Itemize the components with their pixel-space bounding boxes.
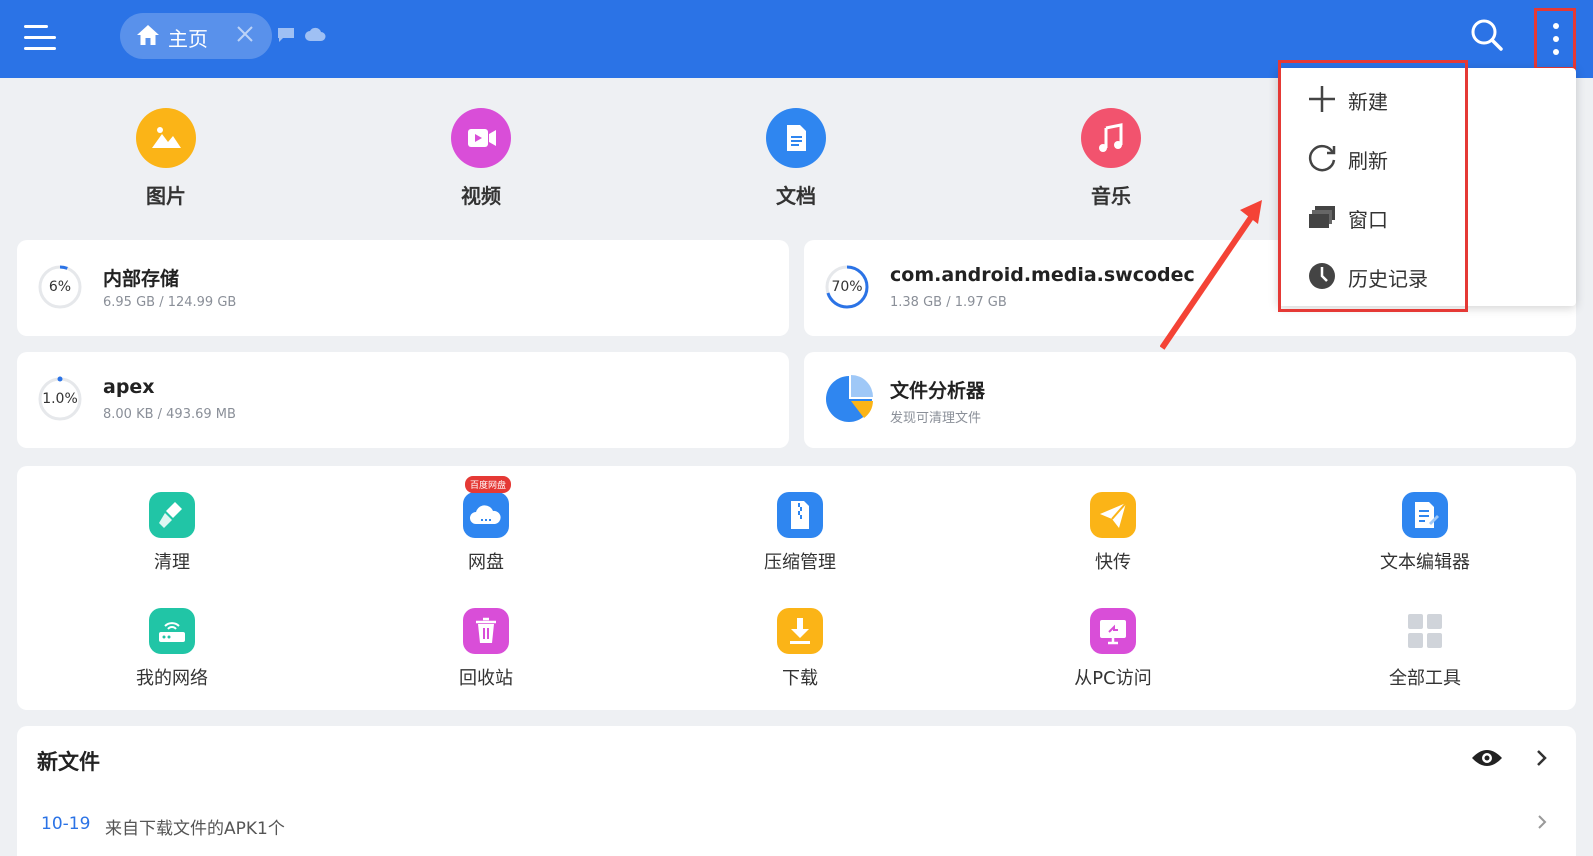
category-videos[interactable]: 视频 [421, 108, 541, 209]
tool-label: 我的网络 [136, 668, 208, 689]
tool-zip[interactable]: 压缩管理 [720, 492, 880, 574]
tool-label: 清理 [154, 552, 190, 573]
storage-card-apex[interactable]: 1.0% apex 8.00 KB / 493.69 MB [17, 352, 789, 448]
pc-access-icon [1090, 608, 1136, 654]
grid-icon [1402, 608, 1448, 654]
new-file-description[interactable]: 来自下载文件的APK1个 [105, 814, 285, 839]
category-images[interactable]: 图片 [106, 108, 226, 209]
tool-download[interactable]: 下载 [720, 608, 880, 690]
tool-cloud-drive[interactable]: 百度网盘 网盘 [406, 476, 566, 574]
new-files-card: 新文件 10-19 来自下载文件的APK1个 [17, 726, 1576, 856]
storage-size: 1.38 GB / 1.97 GB [890, 295, 1007, 310]
text-edit-icon [1402, 492, 1448, 538]
tool-recycle-bin[interactable]: 回收站 [406, 608, 566, 690]
eye-icon[interactable] [1471, 748, 1503, 768]
tool-quick-send[interactable]: 快传 [1033, 492, 1193, 574]
tool-all-tools[interactable]: 全部工具 [1345, 608, 1505, 690]
tool-clean[interactable]: 清理 [92, 492, 252, 574]
chevron-right-icon[interactable] [1535, 748, 1549, 768]
usage-percent: 6% [48, 279, 72, 295]
category-label: 视频 [461, 184, 501, 208]
tool-label: 全部工具 [1389, 668, 1461, 689]
category-label: 图片 [146, 184, 186, 208]
new-files-title: 新文件 [37, 750, 100, 774]
storage-title: apex [103, 376, 155, 398]
tab-label: 主页 [168, 27, 208, 51]
cloud-icon[interactable] [304, 26, 326, 44]
zip-icon [777, 492, 823, 538]
usage-percent: 1.0% [42, 391, 78, 407]
annotation-arrow [1160, 200, 1262, 350]
storage-card-internal[interactable]: 6% 内部存储 6.95 GB / 124.99 GB [17, 240, 789, 336]
home-icon [137, 25, 159, 45]
storage-title: com.android.media.swcodec [890, 264, 1195, 286]
pie-chart-icon [826, 375, 873, 422]
trash-icon [463, 608, 509, 654]
tool-label: 网盘 [468, 552, 504, 573]
annotation-box [1278, 60, 1468, 312]
more-vertical-icon[interactable] [1534, 8, 1576, 70]
usage-percent: 70% [831, 279, 863, 295]
new-file-date: 10-19 [41, 814, 91, 834]
tool-label: 文本编辑器 [1380, 552, 1470, 573]
tool-label: 压缩管理 [764, 552, 836, 573]
analyzer-title: 文件分析器 [890, 380, 986, 402]
broom-icon [149, 492, 195, 538]
network-icon [149, 608, 195, 654]
close-icon[interactable] [234, 23, 256, 45]
send-icon [1090, 492, 1136, 538]
category-label: 音乐 [1091, 184, 1131, 208]
storage-size: 6.95 GB / 124.99 GB [103, 295, 237, 310]
image-icon [136, 108, 196, 168]
file-analyzer-card[interactable]: 文件分析器 发现可清理文件 [804, 352, 1576, 448]
category-label: 文档 [776, 184, 816, 208]
category-music[interactable]: 音乐 [1051, 108, 1171, 209]
tool-label: 从PC访问 [1074, 668, 1152, 689]
message-icon[interactable] [276, 26, 296, 44]
category-documents[interactable]: 文档 [736, 108, 856, 209]
music-icon [1081, 108, 1141, 168]
search-icon[interactable] [1470, 18, 1504, 52]
document-icon [766, 108, 826, 168]
analyzer-subtitle: 发现可清理文件 [890, 411, 982, 426]
storage-size: 8.00 KB / 493.69 MB [103, 407, 236, 422]
tool-label: 快传 [1095, 552, 1131, 573]
chevron-right-icon[interactable] [1537, 814, 1547, 830]
menu-icon[interactable] [24, 22, 60, 54]
baidu-badge: 百度网盘 [465, 476, 512, 493]
tool-label: 下载 [782, 668, 818, 689]
tool-my-network[interactable]: 我的网络 [92, 608, 252, 690]
video-icon [451, 108, 511, 168]
cloud-drive-icon: 百度网盘 [463, 476, 512, 538]
tool-pc-access[interactable]: 从PC访问 [1033, 608, 1193, 690]
tab-home[interactable]: 主页 [120, 13, 272, 59]
tool-text-editor[interactable]: 文本编辑器 [1345, 492, 1505, 574]
tool-label: 回收站 [459, 668, 513, 689]
storage-title: 内部存储 [103, 268, 180, 290]
download-icon [777, 608, 823, 654]
